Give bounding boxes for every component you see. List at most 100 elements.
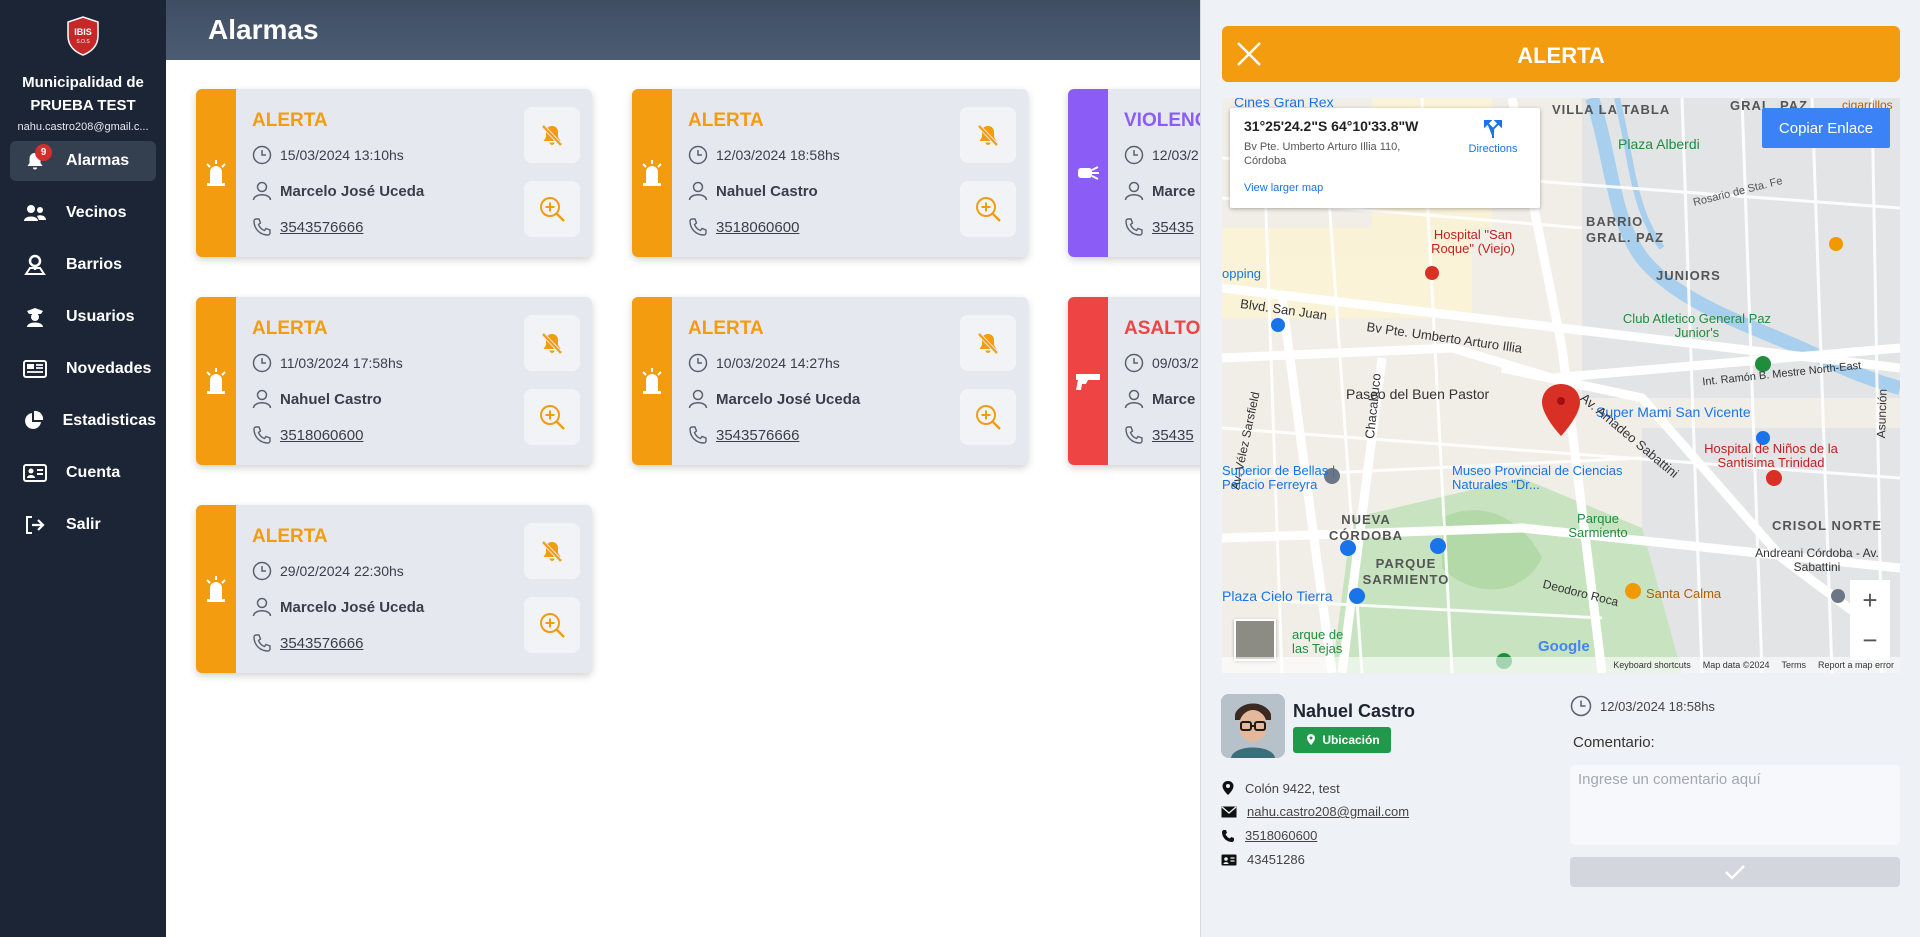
phone-icon <box>1222 829 1234 842</box>
comment-input[interactable] <box>1570 765 1900 845</box>
mute-alarm-button[interactable] <box>524 523 580 579</box>
map-label-opping: opping <box>1222 266 1262 281</box>
siren-icon <box>206 368 226 394</box>
sidebar-item-label: Estadisticas <box>62 412 156 429</box>
alarm-phone-link[interactable]: 3518060600 <box>280 427 363 444</box>
alert-title: ALERTA <box>1517 43 1605 68</box>
sidebar-item-barrios[interactable]: Barrios <box>10 245 156 285</box>
person-address: Colón 9422, test <box>1245 780 1340 796</box>
alert-header: ALERTA <box>1222 26 1900 82</box>
sidebar-item-estadisticas[interactable]: Estadisticas <box>10 401 156 441</box>
user-icon <box>252 389 272 409</box>
terms-link[interactable]: Terms <box>1781 660 1806 670</box>
alarm-phone-link[interactable]: 3543576666 <box>280 219 363 236</box>
alarm-phone-link[interactable]: 35435 <box>1152 427 1194 444</box>
view-alarm-button[interactable] <box>960 181 1016 237</box>
bell-slash-icon <box>977 332 999 355</box>
sidebar-item-cuenta[interactable]: Cuenta <box>10 453 156 493</box>
card-type-strip <box>196 89 236 257</box>
person-dni-row: 43451286 <box>1221 852 1305 867</box>
alarm-person-row: Marcelo José Uceda <box>688 389 860 409</box>
alarm-phone-link[interactable]: 3518060600 <box>716 219 799 236</box>
alarm-person-name: Marce <box>1152 390 1196 408</box>
submit-comment-button[interactable] <box>1570 857 1900 887</box>
view-alarm-button[interactable] <box>524 181 580 237</box>
sidebar-item-salir[interactable]: Salir <box>10 505 156 545</box>
alarm-card[interactable]: ALERTA 29/02/2024 22:30hs Marcelo José U… <box>196 505 592 673</box>
alarm-person-name: Nahuel Castro <box>280 390 382 408</box>
location-button[interactable]: Ubicación <box>1293 727 1391 753</box>
card-type-strip <box>196 505 236 673</box>
user-icon <box>1124 181 1144 201</box>
alarm-phone-link[interactable]: 3543576666 <box>716 427 799 444</box>
phone-icon <box>253 426 271 444</box>
zoom-in-button[interactable]: + <box>1850 580 1890 620</box>
copy-link-button[interactable]: Copiar Enlace <box>1762 108 1890 148</box>
bell-slash-icon <box>541 332 563 355</box>
zoom-in-icon <box>540 197 565 222</box>
zoom-out-button[interactable]: − <box>1850 620 1890 660</box>
view-alarm-button[interactable] <box>524 389 580 445</box>
sidebar-item-label: Vecinos <box>66 204 127 221</box>
alarm-datetime: 11/03/2024 17:58hs <box>280 355 403 371</box>
alarm-phone-link[interactable]: 35435 <box>1152 219 1194 236</box>
alarm-person-name: Nahuel Castro <box>716 182 818 200</box>
mute-alarm-button[interactable] <box>960 315 1016 371</box>
alarm-datetime-row: 12/03/2024 18:58hs <box>688 145 840 165</box>
person-phone-link[interactable]: 3518060600 <box>1245 828 1317 843</box>
bell-slash-icon <box>541 540 563 563</box>
alarm-type: ASALTO <box>1124 318 1201 339</box>
sidebar-item-label: Usuarios <box>66 308 135 325</box>
person-dni: 43451286 <box>1247 852 1305 867</box>
sidebar-item-vecinos[interactable]: Vecinos <box>10 193 156 233</box>
alarm-datetime: 12/03/2024 18:58hs <box>716 147 840 163</box>
card-type-strip <box>632 297 672 465</box>
logout-icon <box>22 514 48 536</box>
alarm-card[interactable]: ALERTA 10/03/2024 14:27hs Marcelo José U… <box>632 297 1028 465</box>
location-pin-icon <box>1307 734 1316 745</box>
map-label-juniors: JUNIORS <box>1656 268 1721 283</box>
zoom-in-icon <box>540 613 565 638</box>
map-label-gral-paz: GRAL. PAZ <box>1586 230 1665 245</box>
mute-alarm-button[interactable] <box>960 107 1016 163</box>
alarm-card[interactable]: ALERTA 11/03/2024 17:58hs Nahuel Castro … <box>196 297 592 465</box>
sidebar-item-label: Cuenta <box>66 464 121 481</box>
mute-alarm-button[interactable] <box>524 315 580 371</box>
map-layer-toggle[interactable] <box>1234 619 1276 661</box>
sidebar-item-label: Novedades <box>66 360 152 377</box>
keyboard-shortcuts-link[interactable]: Keyboard shortcuts <box>1613 660 1691 670</box>
person-address-row: Colón 9422, test <box>1221 780 1340 796</box>
map-label-plaza-cielo: Plaza Cielo Tierra <box>1222 588 1333 604</box>
person-email-link[interactable]: nahu.castro208@gmail.com <box>1247 804 1409 819</box>
brand: IBIS S.O.S Municipalidad de PRUEBA TEST … <box>0 0 166 133</box>
sidebar-item-usuarios[interactable]: Usuarios <box>10 297 156 337</box>
clock-icon <box>1124 353 1144 373</box>
alarm-card[interactable]: ALERTA 12/03/2024 18:58hs Nahuel Castro … <box>632 89 1028 257</box>
siren-icon <box>642 368 662 394</box>
map-label-crisol: CRISOL NORTE <box>1772 518 1882 533</box>
report-error-link[interactable]: Report a map error <box>1818 660 1894 670</box>
view-larger-map-link[interactable]: View larger map <box>1244 182 1323 194</box>
mute-alarm-button[interactable] <box>524 107 580 163</box>
view-alarm-button[interactable] <box>524 597 580 653</box>
alarm-timestamp-row: 12/03/2024 18:58hs <box>1570 695 1715 717</box>
comment-label: Comentario: <box>1573 734 1655 751</box>
alarm-phone-link[interactable]: 3543576666 <box>280 635 363 652</box>
sidebar-item-alarmas[interactable]: 9 Alarmas <box>10 141 156 181</box>
alarm-person-row: Marce <box>1124 389 1195 409</box>
alarm-datetime-row: 15/03/2024 13:10hs <box>252 145 404 165</box>
view-alarm-button[interactable] <box>960 389 1016 445</box>
location-map[interactable]: Cines Gran Rex VILLA LA TABLA GRAL. PAZ … <box>1222 98 1900 673</box>
id-card-icon <box>1221 854 1237 865</box>
card-type-strip <box>196 297 236 465</box>
alarm-datetime: 09/03/2 <box>1152 355 1199 371</box>
alarm-person-name: Marce <box>1152 182 1196 200</box>
alarm-type: VIOLENC <box>1124 110 1209 131</box>
alarm-card[interactable]: ALERTA 15/03/2024 13:10hs Marcelo José U… <box>196 89 592 257</box>
sidebar-item-label: Barrios <box>66 256 123 273</box>
map-label-arque: arque de las Tejas <box>1292 627 1344 656</box>
map-label-nueva-cordoba: NUEVA CÓRDOBA <box>1328 512 1404 543</box>
minus-icon: − <box>1862 624 1878 655</box>
directions-link[interactable]: Directions <box>1458 118 1528 155</box>
sidebar-item-novedades[interactable]: Novedades <box>10 349 156 389</box>
